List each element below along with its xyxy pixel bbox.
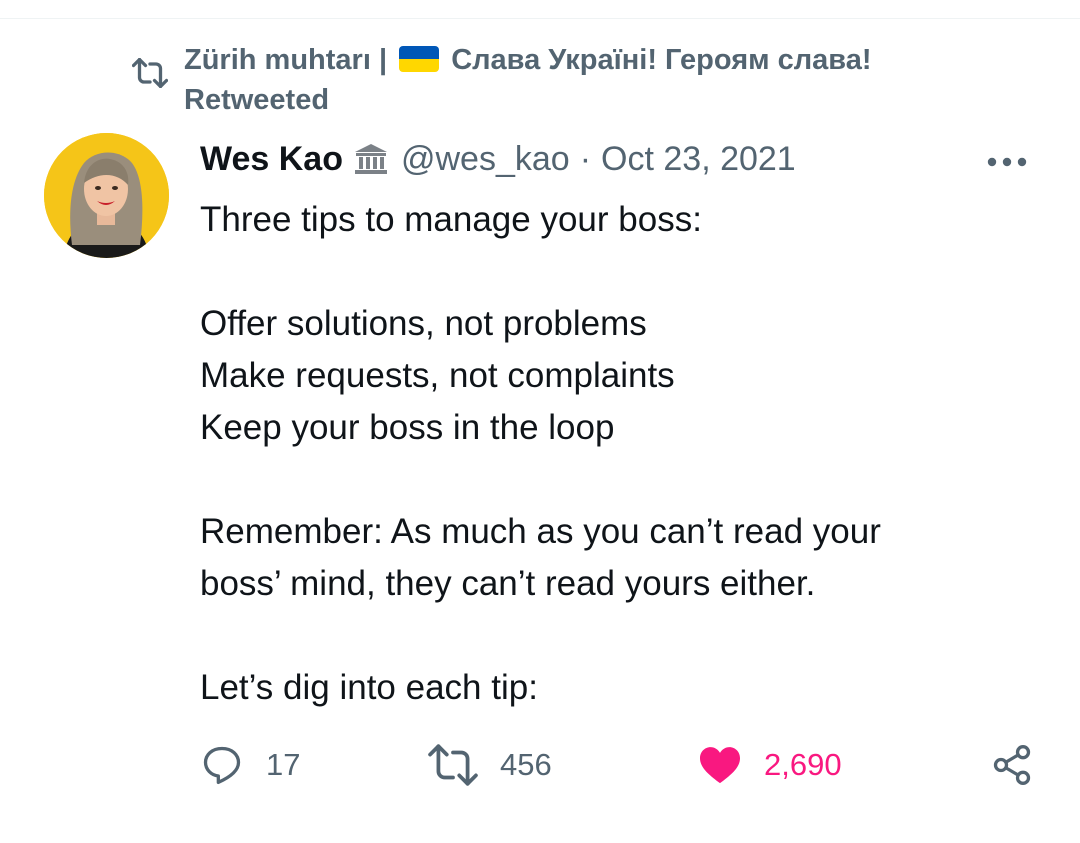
tweet-line: Let’s dig into each tip: <box>200 668 538 707</box>
share-icon <box>993 745 1031 785</box>
ukraine-flag-icon <box>399 46 440 72</box>
retweet-icon <box>428 744 478 786</box>
tweet-line: Three tips to manage your boss: <box>200 200 702 239</box>
retweet-count: 456 <box>500 747 552 782</box>
avatar[interactable] <box>44 133 169 258</box>
top-divider <box>0 18 1080 19</box>
tweet-text: Three tips to manage your boss: Offer so… <box>200 194 1020 714</box>
retweeted-label: Retweeted <box>184 84 330 116</box>
share-button[interactable] <box>990 740 1034 790</box>
retweet-button[interactable]: 456 <box>428 740 552 790</box>
more-options-button[interactable] <box>980 142 1034 182</box>
tweet-line: Keep your boss in the loop <box>200 408 615 447</box>
header-separator: · <box>579 139 592 178</box>
retweeter-name-suffix[interactable]: Слава Україні! Героям слава! <box>451 44 871 76</box>
heart-filled-icon <box>700 747 740 784</box>
like-button[interactable]: 2,690 <box>698 740 842 790</box>
tweet-date[interactable]: Oct 23, 2021 <box>601 140 796 179</box>
tweet-line: Make requests, not complaints <box>200 356 675 395</box>
like-count: 2,690 <box>764 747 842 782</box>
retweet-text[interactable]: Zürih muhtarı | Слава Україні! Героям сл… <box>184 40 872 120</box>
more-dots-icon <box>987 157 1027 167</box>
tweet-line: Offer solutions, not problems <box>200 304 647 343</box>
tweet-line: Remember: As much as you can’t read your <box>200 512 881 551</box>
retweeter-name-prefix[interactable]: Zürih muhtarı | <box>184 44 387 76</box>
tweet-actions: 17 456 2,690 <box>200 740 1040 790</box>
reply-button[interactable]: 17 <box>200 740 300 790</box>
tweet-header: Wes Kao @wes_kao · Oct 23, 2021 <box>200 136 1040 182</box>
retweet-context: Zürih muhtarı | Слава Україні! Героям сл… <box>120 40 1020 120</box>
tweet-line: boss’ mind, they can’t read yours either… <box>200 564 816 603</box>
author-handle[interactable]: @wes_kao <box>401 140 570 179</box>
retweet-indicator-icon <box>120 40 184 120</box>
author-name[interactable]: Wes Kao <box>200 140 343 179</box>
government-building-icon <box>353 142 389 176</box>
reply-count: 17 <box>266 747 301 782</box>
reply-icon <box>203 746 241 785</box>
